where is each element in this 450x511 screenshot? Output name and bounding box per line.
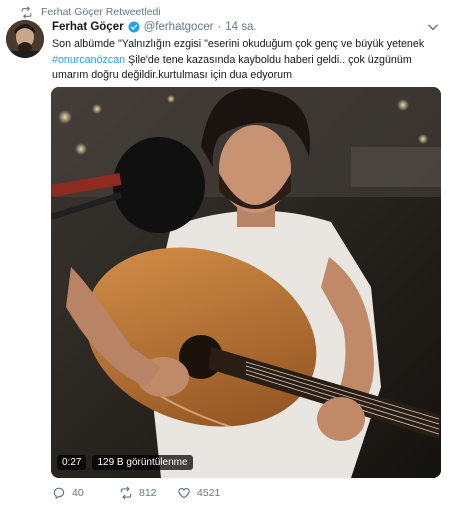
- separator-dot: ·: [217, 21, 222, 33]
- hashtag-link[interactable]: #onurcanözcan: [52, 54, 125, 66]
- retweet-icon: [21, 6, 32, 18]
- tweet-timestamp[interactable]: 14 sa.: [225, 21, 256, 33]
- video-overlay: 0:27 129 B görüntülenme: [57, 455, 193, 470]
- video-duration-badge: 0:27: [57, 455, 87, 470]
- like-button[interactable]: 4521: [177, 486, 220, 500]
- chevron-down-icon[interactable]: [426, 20, 440, 34]
- reply-icon: [53, 487, 65, 499]
- verified-badge-icon: [128, 21, 140, 33]
- author-name[interactable]: Ferhat Göçer: [52, 21, 124, 33]
- retweet-context: Ferhat Göçer Retweetledi: [20, 4, 161, 20]
- video-views-badge: 129 B görüntülenme: [92, 455, 193, 470]
- author-avatar[interactable]: [6, 20, 44, 58]
- tweet-header: Ferhat Göçer @ferhatgocer · 14 sa.: [52, 19, 257, 35]
- tweet-text: Son albümde "Yalnızlığın ezgisi "eserini…: [52, 37, 447, 84]
- retweet-count: 812: [139, 487, 157, 499]
- reply-count: 40: [72, 487, 84, 499]
- author-handle[interactable]: @ferhatgocer: [144, 21, 214, 33]
- heart-icon: [178, 487, 190, 499]
- retweet-icon: [120, 486, 132, 500]
- tweet-text-part1: Son albümde "Yalnızlığın ezgisi "eserini…: [52, 38, 425, 50]
- reply-button[interactable]: 40: [52, 486, 84, 500]
- tweet-actions: 40 812 4521: [52, 486, 302, 504]
- retweet-button[interactable]: 812: [119, 486, 157, 500]
- retweet-label[interactable]: Ferhat Göçer Retweetledi: [41, 6, 161, 18]
- video-player[interactable]: 0:27 129 B görüntülenme: [51, 87, 441, 478]
- like-count: 4521: [197, 487, 221, 499]
- video-thumbnail: [51, 87, 441, 478]
